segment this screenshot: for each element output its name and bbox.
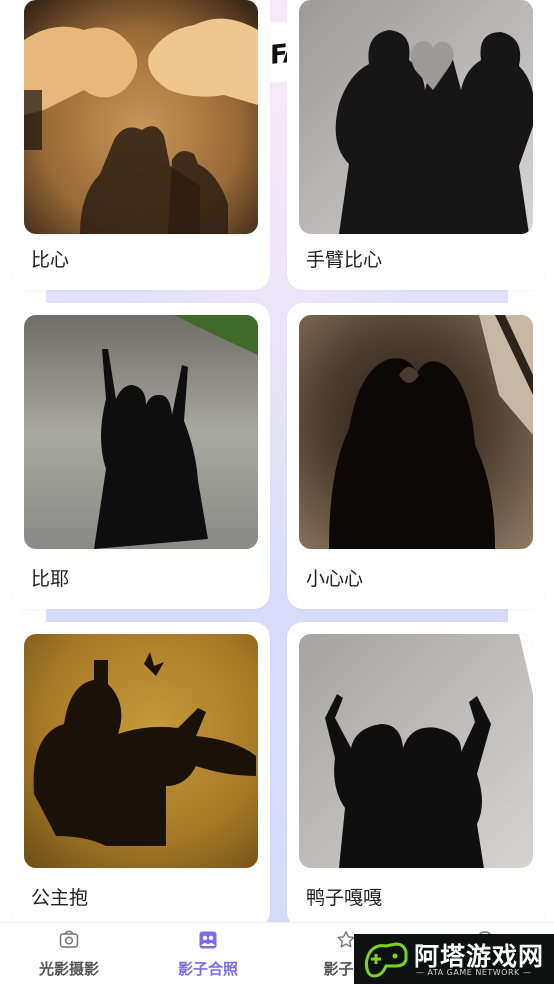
tab-light-shadow-photo[interactable]: 光影摄影 (0, 923, 138, 985)
card-label: 公主抱 (31, 887, 89, 909)
card-label: 手臂比心 (306, 249, 383, 271)
template-card-princess-carry[interactable]: 公主抱 (12, 622, 270, 928)
princess-carry-photo (24, 634, 258, 868)
tab-label: 光影摄影 (38, 960, 99, 978)
duck-pose-photo (299, 634, 533, 868)
heart-hands-photo (24, 0, 258, 234)
tab-shadow-group-photo[interactable]: 影子合照 (139, 923, 277, 985)
card-label: 鸭子嘎嘎 (306, 887, 383, 909)
template-card-arm-heart[interactable]: 手臂比心 (287, 0, 545, 290)
portrait-icon (199, 931, 217, 949)
peace-sign-photo (24, 315, 258, 549)
card-label: 小心心 (306, 568, 364, 590)
small-heart-photo (299, 315, 533, 549)
card-label: 比耶 (31, 568, 70, 590)
watermark-subtitle: — ATA GAME NETWORK — (416, 968, 532, 977)
template-card-small-heart[interactable]: 小心心 (287, 303, 545, 609)
template-card-bixin-peace[interactable]: 比耶 (12, 303, 270, 609)
card-label: 比心 (31, 249, 70, 271)
camera-icon (59, 930, 79, 948)
star-icon (337, 931, 355, 948)
template-card-duck-pose[interactable]: 鸭子嘎嘎 (287, 622, 545, 928)
site-watermark: 阿塔游戏网 — ATA GAME NETWORK — (354, 934, 554, 984)
tab-label: 影子合照 (177, 960, 238, 978)
arm-heart-photo (299, 0, 533, 234)
gamepad-logo-icon (364, 942, 408, 978)
template-card-bixin[interactable]: 比心 (12, 0, 270, 290)
